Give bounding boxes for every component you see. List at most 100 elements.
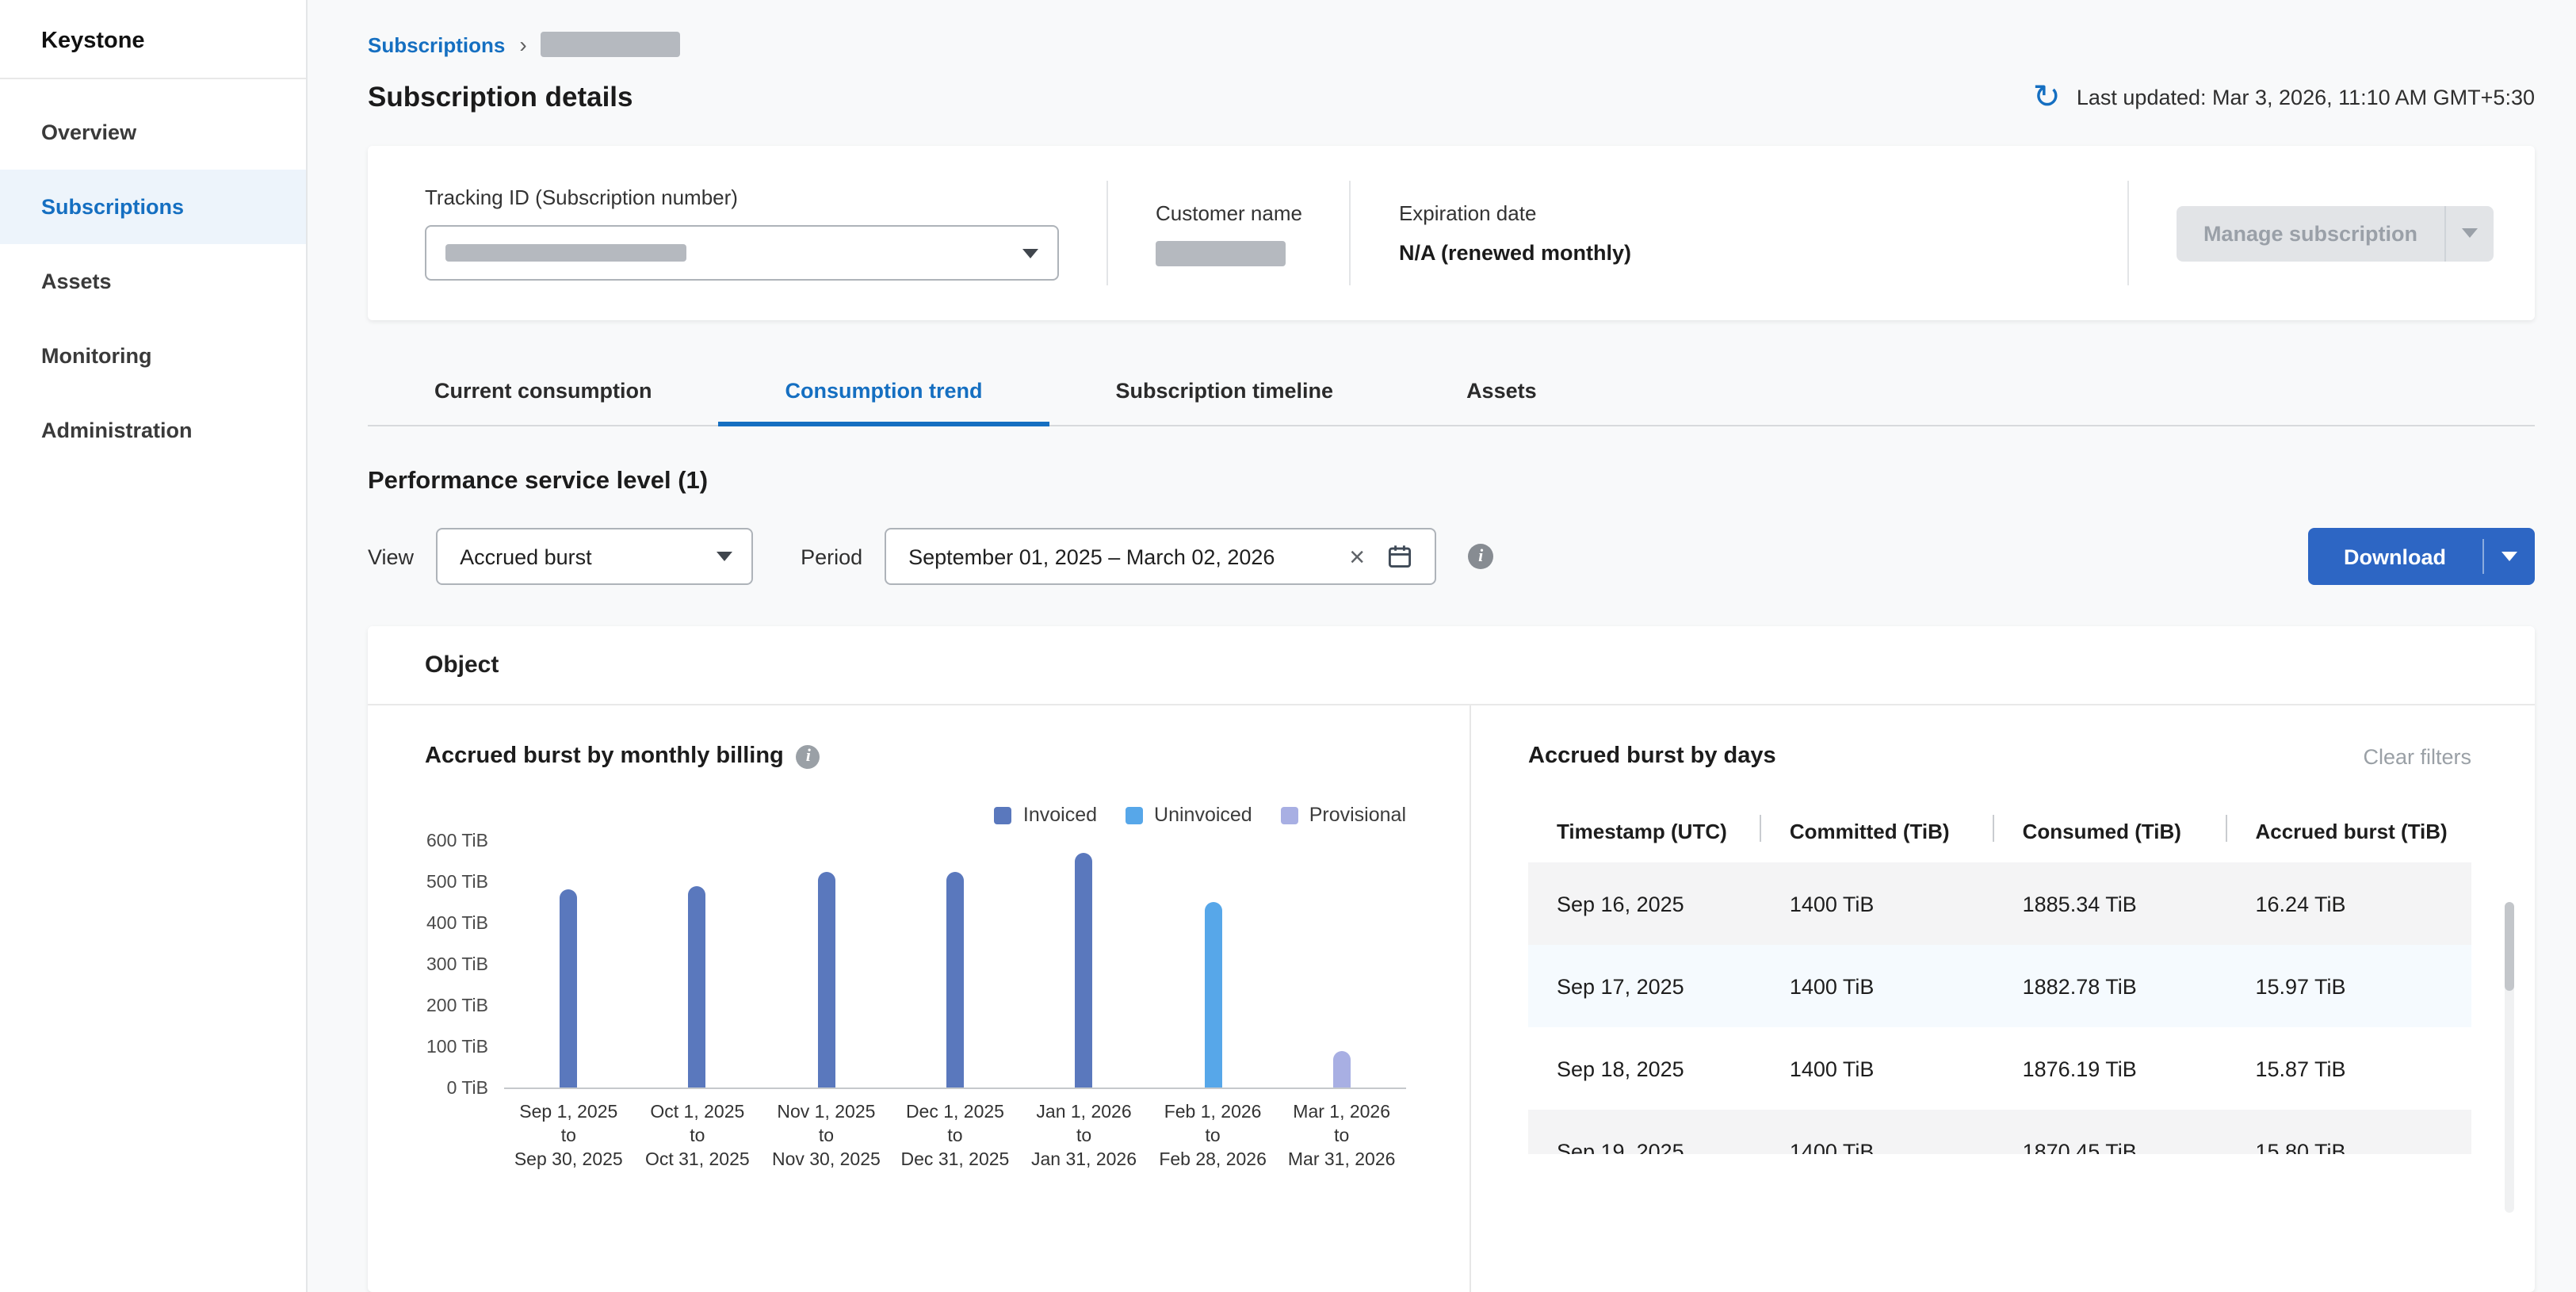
sidebar-item-administration[interactable]: Administration (0, 393, 306, 468)
legend-swatch (1281, 806, 1298, 824)
chart-bar-slot (762, 871, 891, 1087)
legend-label: Provisional (1309, 804, 1406, 826)
period-date-range-value: September 01, 2025 – March 02, 2026 (908, 545, 1333, 568)
manage-subscription-label: Manage subscription (2177, 221, 2444, 245)
customer-name-redacted-value (1156, 240, 1286, 266)
table-cell: Sep 18, 2025 (1528, 1057, 1761, 1080)
y-tick-label: 400 TiB (426, 915, 488, 934)
page-title: Subscription details (368, 81, 633, 114)
bar-invoiced[interactable] (946, 871, 964, 1087)
tab-assets[interactable]: Assets (1400, 361, 1603, 426)
table-row[interactable]: Sep 18, 20251400 TiB1876.19 TiB15.87 TiB (1528, 1027, 2471, 1110)
filter-row: View Accrued burst Period September 01, … (368, 528, 2535, 585)
x-tick-label: Jan 1, 2026toJan 31, 2026 (1019, 1102, 1148, 1174)
y-tick-label: 600 TiB (426, 832, 488, 851)
table-cell: 15.87 TiB (2226, 1057, 2471, 1080)
download-button[interactable]: Download (2307, 528, 2482, 585)
sidebar-item-subscriptions[interactable]: Subscriptions (0, 170, 306, 244)
expiration-date-label: Expiration date (1399, 201, 1631, 225)
table-scrollbar[interactable] (2505, 902, 2514, 1213)
table-cell: Sep 19, 2025 (1528, 1139, 1761, 1154)
table-cell: 1400 TiB (1761, 1057, 1994, 1080)
table-cell: 15.80 TiB (2226, 1139, 2471, 1154)
bar-provisional[interactable] (1333, 1050, 1351, 1087)
breadcrumb: Subscriptions › (368, 32, 2535, 57)
y-tick-label: 300 TiB (426, 956, 488, 975)
column-header[interactable]: Timestamp (UTC) (1528, 813, 1761, 862)
table-title: Accrued burst by days (1528, 743, 1776, 769)
download-options-button[interactable] (2484, 528, 2535, 585)
service-level-heading: Performance service level (1) (368, 468, 2535, 496)
legend-item-uninvoiced: Uninvoiced (1126, 804, 1252, 826)
table-cell: 1885.34 TiB (1994, 892, 2227, 915)
table-cell: Sep 16, 2025 (1528, 892, 1761, 915)
tab-subscription-timeline[interactable]: Subscription timeline (1049, 361, 1401, 426)
bar-invoiced[interactable] (689, 885, 706, 1087)
tracking-id-redacted-value (445, 244, 686, 262)
column-header[interactable]: Committed (TiB) (1761, 813, 1994, 862)
tracking-id-label: Tracking ID (Subscription number) (425, 185, 1059, 209)
table-cell: 1400 TiB (1761, 1139, 1994, 1154)
period-date-range-field[interactable]: September 01, 2025 – March 02, 2026 × (885, 528, 1436, 585)
clear-filters-link[interactable]: Clear filters (2363, 744, 2471, 768)
manage-subscription-section: Manage subscription (2127, 181, 2535, 285)
clear-period-icon[interactable]: × (1333, 543, 1381, 570)
table-row[interactable]: Sep 19, 20251400 TiB1870.45 TiB15.80 TiB (1528, 1110, 2471, 1154)
bar-invoiced[interactable] (1076, 853, 1093, 1087)
chart-bar-slot (891, 871, 1020, 1087)
breadcrumb-subscriptions-link[interactable]: Subscriptions (368, 32, 505, 56)
table-cell: 1882.78 TiB (1994, 974, 2227, 998)
tab-consumption-trend[interactable]: Consumption trend (719, 361, 1049, 426)
y-tick-label: 100 TiB (426, 1038, 488, 1057)
period-info-icon[interactable]: i (1468, 544, 1493, 569)
customer-name-section: Customer name (1106, 181, 1350, 285)
table-row[interactable]: Sep 17, 20251400 TiB1882.78 TiB15.97 TiB (1528, 945, 2471, 1027)
bar-uninvoiced[interactable] (1204, 902, 1221, 1087)
x-tick-label: Sep 1, 2025toSep 30, 2025 (504, 1102, 633, 1174)
refresh-icon[interactable]: ↻ (2033, 81, 2061, 114)
chart-panel: Accrued burst by monthly billing i Invoi… (368, 705, 1470, 1292)
column-header[interactable]: Accrued burst (TiB) (2226, 813, 2471, 862)
tab-current-consumption[interactable]: Current consumption (368, 361, 719, 426)
chart-x-axis: Sep 1, 2025toSep 30, 2025Oct 1, 2025toOc… (504, 1102, 1406, 1174)
x-tick-label: Feb 1, 2026toFeb 28, 2026 (1148, 1102, 1278, 1174)
chart-info-icon[interactable]: i (797, 744, 820, 768)
chevron-down-icon (2501, 552, 2517, 561)
manage-subscription-menu-button[interactable] (2446, 228, 2494, 238)
chart-legend: InvoicedUninvoicedProvisional (425, 804, 1406, 826)
chart-bar-slot (633, 885, 762, 1087)
x-tick-label: Nov 1, 2025toNov 30, 2025 (762, 1102, 891, 1174)
chart-title: Accrued burst by monthly billing (425, 743, 784, 769)
calendar-icon[interactable] (1381, 542, 1419, 571)
view-label: View (368, 545, 414, 568)
x-tick-label: Mar 1, 2026toMar 31, 2026 (1277, 1102, 1406, 1174)
bar-invoiced[interactable] (817, 871, 835, 1087)
tracking-id-dropdown[interactable] (425, 225, 1059, 281)
sidebar: Keystone OverviewSubscriptionsAssetsMoni… (0, 0, 308, 1292)
y-tick-label: 0 TiB (447, 1080, 488, 1099)
manage-subscription-button[interactable]: Manage subscription (2177, 205, 2494, 261)
tracking-id-section: Tracking ID (Subscription number) (368, 181, 1106, 285)
chevron-down-icon (1022, 248, 1038, 258)
customer-name-label: Customer name (1156, 201, 1302, 224)
legend-label: Uninvoiced (1154, 804, 1252, 826)
x-tick-label: Dec 1, 2025toDec 31, 2025 (891, 1102, 1020, 1174)
table-header-row: Timestamp (UTC)Committed (TiB)Consumed (… (1528, 813, 2471, 862)
sidebar-item-overview[interactable]: Overview (0, 95, 306, 170)
view-dropdown[interactable]: Accrued burst (436, 528, 753, 585)
sidebar-nav: OverviewSubscriptionsAssetsMonitoringAdm… (0, 79, 306, 468)
chart-bar-slot (1019, 853, 1148, 1087)
column-header[interactable]: Consumed (TiB) (1994, 813, 2227, 862)
chart-bar-slot (1277, 1050, 1406, 1087)
table-body: Sep 16, 20251400 TiB1885.34 TiB16.24 TiB… (1528, 862, 2471, 1154)
expiration-date-section: Expiration date N/A (renewed monthly) (1350, 181, 1679, 285)
chart-bar-slot (1148, 902, 1278, 1087)
sidebar-item-monitoring[interactable]: Monitoring (0, 319, 306, 393)
sidebar-item-assets[interactable]: Assets (0, 244, 306, 319)
legend-swatch (995, 806, 1012, 824)
table-row[interactable]: Sep 16, 20251400 TiB1885.34 TiB16.24 TiB (1528, 862, 2471, 945)
object-card: Object Accrued burst by monthly billing … (368, 626, 2535, 1292)
bar-invoiced[interactable] (560, 889, 577, 1087)
scrollbar-thumb[interactable] (2505, 902, 2514, 991)
chart-y-axis: 600 TiB500 TiB400 TiB300 TiB200 TiB100 T… (425, 842, 504, 1089)
